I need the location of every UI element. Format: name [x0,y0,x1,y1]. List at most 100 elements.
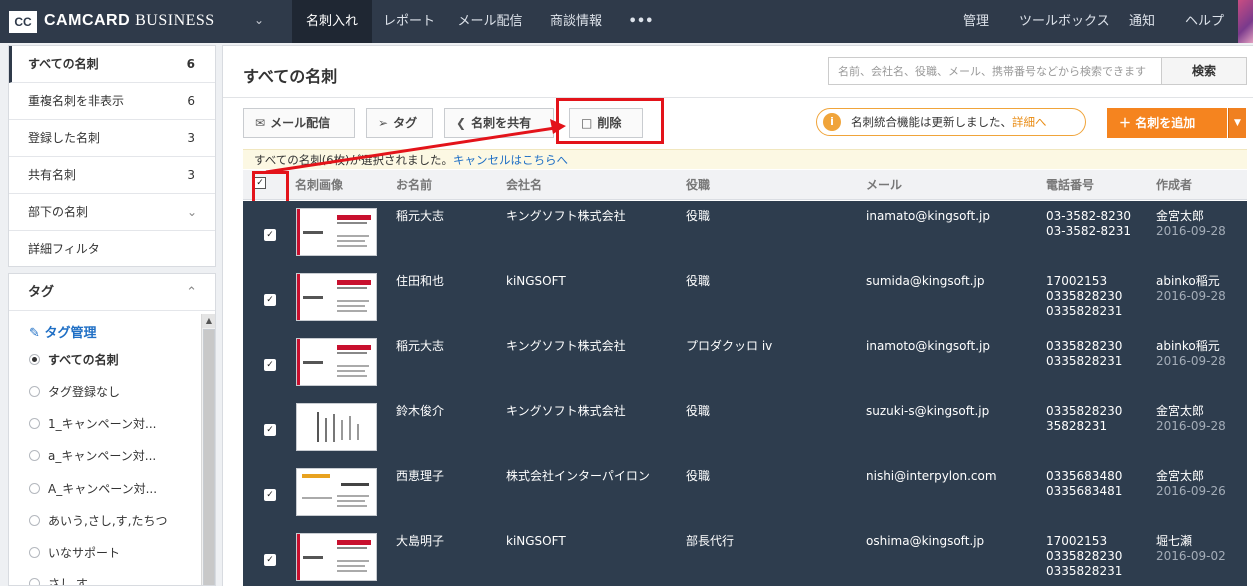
add-card-button[interactable]: ＋ 名刺を追加 [1107,108,1227,138]
envelope-icon: ✉ [255,116,266,130]
card-email[interactable]: sumida@kingsoft.jp [866,274,984,289]
sidebar-item-hide-duplicates[interactable]: 重複名刺を非表示 6 [9,83,215,120]
column-header[interactable]: 作成者 [1156,170,1192,200]
search-button[interactable]: 検索 [1161,57,1247,85]
share-card-button[interactable]: ❮ 名刺を共有 [444,108,554,138]
scrollbar-thumb[interactable] [203,329,215,585]
pencil-icon: ✎ [29,326,40,341]
avatar[interactable] [1238,0,1253,43]
tag-option[interactable]: 1_キャンペーン対... [29,414,156,434]
tag-option-label: タグ登録なし [48,385,121,399]
sidebar-item-advanced-filter[interactable]: 詳細フィルタ [9,231,215,268]
column-header[interactable]: 会社名 [506,170,542,200]
button-label: 名刺を追加 [1135,116,1196,130]
tag-option-label: いなサポート [48,546,121,560]
sidebar-item-shared[interactable]: 共有名刺 3 [9,157,215,194]
created-date: 2016-09-28 [1156,419,1226,433]
row-checkbox[interactable]: ✓ [264,424,276,436]
sidebar-item-subordinates[interactable]: 部下の名刺 ⌄ [9,194,215,231]
nav-admin[interactable]: 管理 [963,0,989,43]
nav-card-box[interactable]: 名刺入れ [292,0,372,43]
card-thumbnail[interactable] [296,533,377,581]
scroll-up-icon[interactable]: ▲ [202,314,215,328]
column-header[interactable]: お名前 [396,170,432,200]
selection-text: すべての名刺(6枚)が選択されました。 [254,153,454,167]
tag-option[interactable]: あいう,さし,す,たちつ [29,511,167,531]
tag-button[interactable]: ➢ タグ [366,108,433,138]
card-phones: 0335683480 0335683481 [1046,469,1122,499]
tag-panel-header[interactable]: タグ ⌃ [9,274,215,311]
nav-deal-info[interactable]: 商談情報 [534,0,618,43]
tag-option[interactable]: A_キャンペーン対... [29,479,157,499]
card-thumbnail[interactable] [296,273,377,321]
tag-option[interactable]: さし,す [29,574,88,585]
tag-option-all[interactable]: すべての名刺 [29,350,119,370]
cancel-selection-link[interactable]: キャンセルはこちらへ [453,153,568,167]
nav-mail-delivery[interactable]: メール配信 [446,0,534,43]
card-creator: 金宮太郎 2016-09-26 [1156,469,1226,499]
card-name[interactable]: 稲元大志 [396,209,444,224]
card-email[interactable]: nishi@interpylon.com [866,469,997,484]
sidebar-item-all-cards[interactable]: すべての名刺 6 [9,46,215,83]
mail-delivery-button[interactable]: ✉ メール配信 [243,108,355,138]
row-checkbox[interactable]: ✓ [264,554,276,566]
chevron-down-icon[interactable]: ⌄ [254,13,264,27]
nav-notifications[interactable]: 通知 [1129,0,1155,43]
card-name[interactable]: 鈴木俊介 [396,404,444,419]
card-name[interactable]: 大島明子 [396,534,444,549]
brand-title: CAMCARD [44,12,131,29]
table-header: 名刺画像 お名前 会社名 役職 メール 電話番号 作成者 [243,170,1247,200]
card-email[interactable]: oshima@kingsoft.jp [866,534,984,549]
card-thumbnail[interactable] [296,468,377,516]
row-checkbox[interactable]: ✓ [264,229,276,241]
creator-name: 堀七瀬 [1156,534,1193,548]
card-thumbnail[interactable] [296,208,377,256]
card-creator: 金宮太郎 2016-09-28 [1156,209,1226,239]
nav-more[interactable]: ••• [618,0,664,43]
notice-link[interactable]: 詳細へ [1012,115,1047,129]
row-checkbox[interactable]: ✓ [264,489,276,501]
column-header[interactable]: 電話番号 [1046,170,1094,200]
card-email[interactable]: inamato@kingsoft.jp [866,209,990,224]
table-row[interactable]: ✓ 稲元大志 キングソフト株式会社 プロダクッロ iv inamoto@king… [243,331,1247,396]
sidebar-item-label: 詳細フィルタ [28,242,100,256]
created-date: 2016-09-26 [1156,484,1226,498]
tag-scrollbar[interactable]: ▲ [201,314,215,585]
search-input[interactable] [828,57,1162,85]
update-notice[interactable]: i 名刺統合機能は更新しました、詳細へ [816,108,1086,136]
brand-name[interactable]: CAMCARD BUSINESS [44,12,215,30]
table-row[interactable]: ✓ 西恵理子 株式会社インターパイロン 役職 nishi@interpylon.… [243,461,1247,526]
tag-option[interactable]: a_キャンペーン対... [29,446,156,466]
created-date: 2016-09-28 [1156,289,1226,303]
table-row[interactable]: ✓ 住田和也 kiNGSOFT 役職 sumida@kingsoft.jp 17… [243,266,1247,331]
card-name[interactable]: 西恵理子 [396,469,444,484]
row-checkbox[interactable]: ✓ [264,359,276,371]
nav-toolbox[interactable]: ツールボックス [1019,0,1110,43]
chevron-up-icon: ⌃ [186,285,197,300]
selection-banner: すべての名刺(6枚)が選択されました。キャンセルはこちらへ [243,149,1247,169]
sidebar-item-label: すべての名刺 [28,57,99,71]
card-thumbnail[interactable] [296,338,377,386]
tag-manage-link[interactable]: ✎ タグ管理 [29,322,96,341]
table-row[interactable]: ✓ 大島明子 kiNGSOFT 部長代行 oshima@kingsoft.jp … [243,526,1247,586]
camcard-logo[interactable]: CC [9,11,37,33]
tag-option[interactable]: いなサポート [29,543,120,563]
column-header[interactable]: 役職 [686,170,710,200]
column-header[interactable]: メール [866,170,902,200]
row-checkbox[interactable]: ✓ [264,294,276,306]
card-thumbnail[interactable] [296,403,377,451]
nav-report[interactable]: レポート [372,0,446,43]
card-name[interactable]: 住田和也 [396,274,444,289]
table-row[interactable]: ✓ 鈴木俊介 キングソフト株式会社 役職 suzuki-s@kingsoft.j… [243,396,1247,461]
nav-help[interactable]: ヘルプ [1185,0,1224,43]
card-name[interactable]: 稲元大志 [396,339,444,354]
phone-number: 0335683481 [1046,484,1123,498]
sidebar-item-registered[interactable]: 登録した名刺 3 [9,120,215,157]
card-email[interactable]: suzuki-s@kingsoft.jp [866,404,989,419]
card-email[interactable]: inamoto@kingsoft.jp [866,339,990,354]
tag-option-none[interactable]: タグ登録なし [29,382,120,402]
button-label: 名刺を共有 [471,116,532,130]
add-card-dropdown-icon[interactable]: ▼ [1228,108,1246,138]
sidebar-filters: すべての名刺 6 重複名刺を非表示 6 登録した名刺 3 共有名刺 3 部下の名… [8,45,216,267]
table-row[interactable]: ✓ 稲元大志 キングソフト株式会社 役職 inamato@kingsoft.jp… [243,201,1247,266]
